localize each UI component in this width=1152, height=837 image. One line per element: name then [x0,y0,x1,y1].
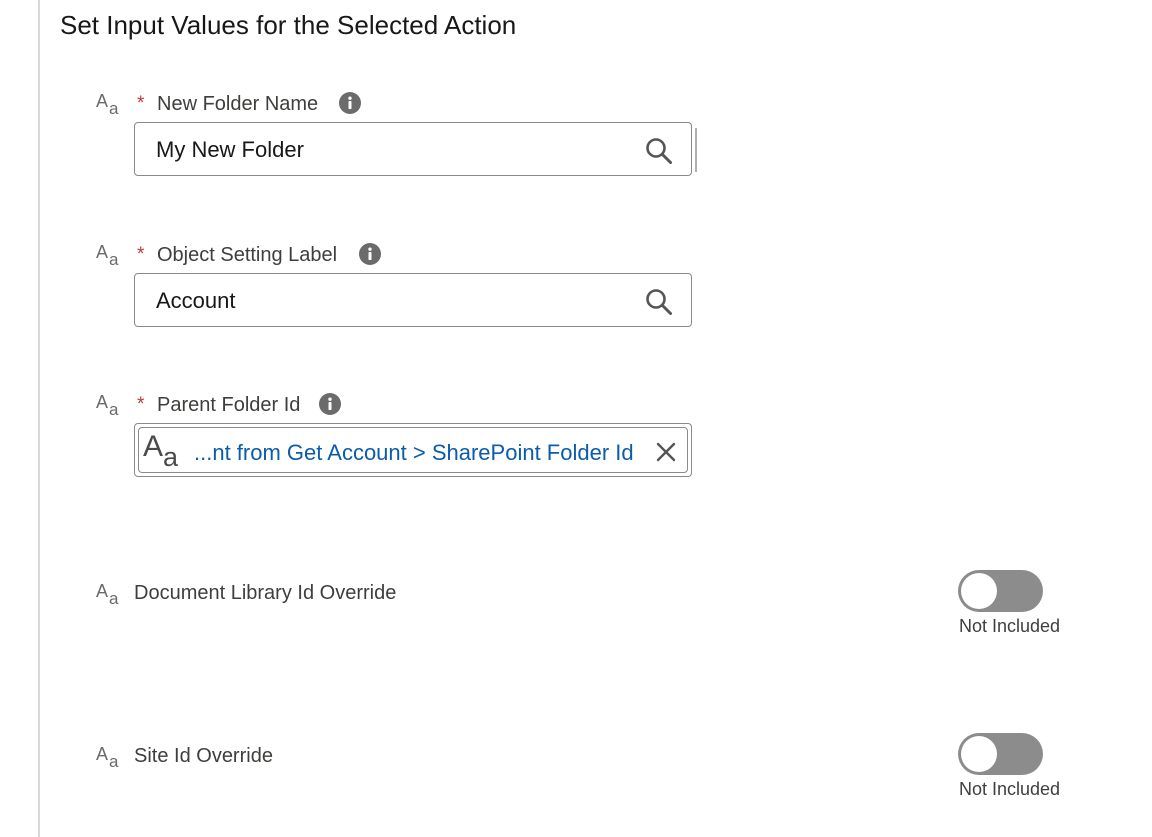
document-library-id-override-toggle[interactable] [958,570,1043,612]
text-type-icon: Aa [96,392,119,419]
field-label-new-folder-name: New Folder Name [157,93,319,115]
toggle-knob [961,736,997,772]
panel-left-divider [0,0,40,837]
field-label-object-setting-label: Object Setting Label [157,244,338,266]
text-type-icon: Aa [96,581,119,608]
text-type-icon: Aa [96,744,119,771]
toggle-status-label: Not Included [959,616,1061,636]
search-icon[interactable] [645,137,673,165]
info-icon[interactable] [339,92,361,114]
required-marker: * [137,244,145,265]
new-folder-name-input[interactable]: My New Folder [134,122,692,176]
text-type-icon: Aa [96,91,119,118]
input-value: My New Folder [156,137,304,162]
field-label-parent-folder-id: Parent Folder Id [157,394,301,416]
resource-pill[interactable]: Aa ...nt from Get Account > SharePoint F… [138,427,688,473]
text-type-icon: Aa [143,430,179,472]
field-label-site-id-override: Site Id Override [134,745,273,767]
required-marker: * [137,93,145,114]
toggle-status-label: Not Included [959,779,1061,799]
toggle-knob [961,573,997,609]
input-value: Account [156,288,236,313]
info-icon[interactable] [319,393,341,415]
field-divider [695,128,697,172]
close-icon[interactable] [655,441,677,463]
text-type-icon: Aa [96,242,119,269]
required-marker: * [137,394,145,415]
search-icon[interactable] [645,288,673,316]
site-id-override-toggle[interactable] [958,733,1043,775]
resource-pill-label: ...nt from Get Account > SharePoint Fold… [194,440,634,465]
parent-folder-id-input[interactable]: Aa ...nt from Get Account > SharePoint F… [134,423,692,477]
section-title: Set Input Values for the Selected Action [60,10,517,40]
field-label-document-library-id-override: Document Library Id Override [134,582,397,604]
info-icon[interactable] [359,243,381,265]
object-setting-label-input[interactable]: Account [134,273,692,327]
